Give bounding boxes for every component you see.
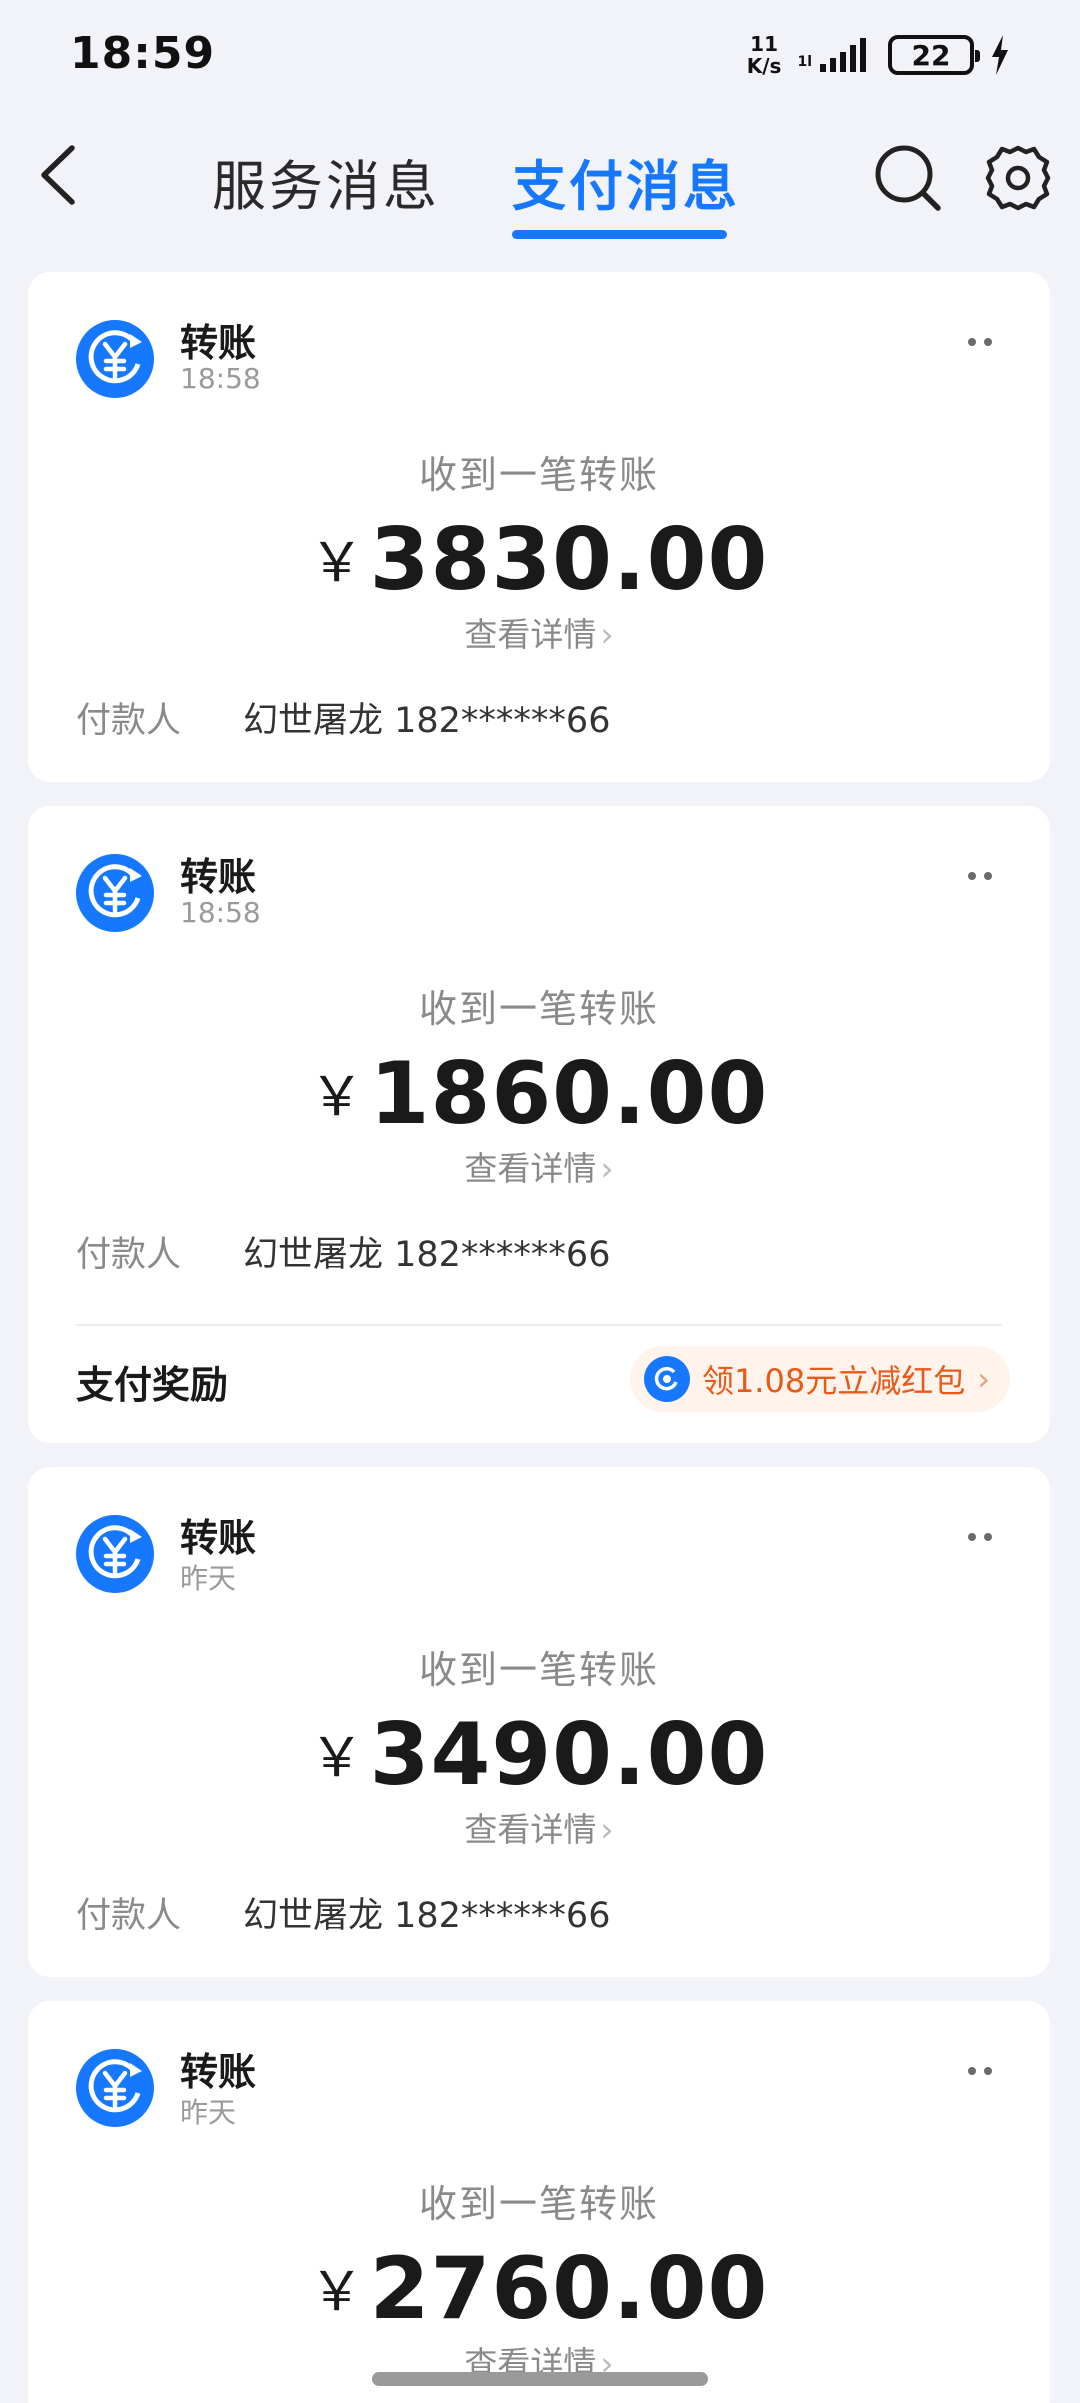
header: 服务消息 支付消息	[0, 110, 1080, 245]
transfer-card[interactable]: 转账 昨天 收到一笔转账 ￥3490.00 查看详情 › 付款人 幻世屠龙 182…	[28, 1467, 1050, 1977]
view-details-link[interactable]: 查看详情 ›	[28, 608, 1050, 656]
currency-symbol: ￥	[309, 531, 364, 594]
network-speed-value: 11	[750, 32, 779, 56]
more-dots-icon[interactable]	[950, 1517, 1010, 1557]
card-divider	[76, 1324, 1002, 1326]
amount-value: 3490.00	[369, 1705, 769, 1805]
signal-small-label: 1l	[797, 54, 812, 70]
chevron-right-icon: ›	[977, 1360, 990, 1398]
card-time: 18:58	[180, 896, 261, 929]
back-button[interactable]	[32, 140, 92, 210]
active-tab-indicator	[512, 230, 727, 239]
card-subtitle: 收到一笔转账	[418, 1648, 659, 1692]
more-dots-icon[interactable]	[950, 2051, 1010, 2091]
currency-symbol: ￥	[309, 1065, 364, 1128]
network-speed: 11 K/s	[747, 33, 782, 77]
card-time: 昨天	[180, 2096, 237, 2129]
more-dots-icon[interactable]	[950, 856, 1010, 896]
charging-bolt-icon	[990, 35, 1010, 75]
settings-button[interactable]	[982, 142, 1054, 214]
home-indicator[interactable]	[372, 2372, 708, 2386]
red-packet-icon	[643, 1356, 690, 1402]
payer-label: 付款人	[76, 701, 182, 741]
payer-value: 幻世屠龙 182******66	[243, 1896, 611, 1936]
transfer-card[interactable]: 转账 昨天 收到一笔转账 ￥2760.00 查看详情 ›	[28, 2001, 1050, 2403]
tab-payment-messages[interactable]: 支付消息	[512, 142, 740, 221]
card-time: 昨天	[180, 1562, 237, 1595]
amount-value: 1860.00	[369, 1044, 769, 1144]
tab-service-messages[interactable]: 服务消息	[212, 142, 440, 221]
more-dots-icon[interactable]	[950, 322, 1010, 362]
transfer-card[interactable]: 转账 18:58 收到一笔转账 ￥1860.00 查看详情 › 付款人 幻世屠龙 …	[28, 806, 1050, 1443]
transfer-card[interactable]: 转账 18:58 收到一笔转账 ￥3830.00 查看详情 › 付款人 幻世屠龙 …	[28, 272, 1050, 782]
signal-icon	[818, 38, 872, 72]
card-subtitle: 收到一笔转账	[418, 987, 659, 1031]
transfer-amount: ￥2760.00	[28, 2239, 1050, 2339]
chevron-right-icon: ›	[600, 615, 614, 654]
yuan-transfer-icon	[76, 320, 154, 398]
view-details-link[interactable]: 查看详情 ›	[28, 1803, 1050, 1851]
yuan-transfer-icon	[76, 1515, 154, 1593]
payer-label: 付款人	[76, 1896, 182, 1936]
currency-symbol: ￥	[309, 1726, 364, 1789]
claim-red-packet-button[interactable]: 领1.08元立减红包 ›	[629, 1346, 1010, 1412]
payer-value: 幻世屠龙 182******66	[243, 701, 611, 741]
back-arrow-icon	[41, 145, 75, 205]
card-title: 转账	[180, 855, 257, 899]
network-speed-unit: K/s	[746, 54, 782, 78]
payer-label: 付款人	[76, 1235, 182, 1275]
chevron-right-icon: ›	[600, 1810, 614, 1849]
payment-messages-screen: 18:59 11 K/s 1l 22 服务消息 支付消息 转账 18:58 收到…	[0, 0, 1080, 2403]
gear-icon	[985, 145, 1051, 211]
status-time: 18:59	[70, 28, 216, 79]
card-title: 转账	[180, 321, 257, 365]
currency-symbol: ￥	[309, 2260, 364, 2323]
view-details-link[interactable]: 查看详情 ›	[28, 1142, 1050, 1190]
view-details-label: 查看详情	[464, 1810, 597, 1849]
chevron-right-icon: ›	[600, 1149, 614, 1188]
transfer-amount: ￥3490.00	[28, 1705, 1050, 1805]
card-title: 转账	[180, 2050, 257, 2094]
search-button[interactable]	[872, 142, 944, 214]
view-details-label: 查看详情	[464, 615, 597, 654]
status-indicators: 11 K/s 1l 22	[747, 30, 1010, 80]
view-details-label: 查看详情	[464, 1149, 597, 1188]
payer-value: 幻世屠龙 182******66	[243, 1235, 611, 1275]
amount-value: 3830.00	[369, 510, 769, 610]
status-bar: 18:59 11 K/s 1l 22	[0, 0, 1080, 110]
amount-value: 2760.00	[369, 2239, 769, 2339]
card-subtitle: 收到一笔转账	[418, 2182, 659, 2226]
transfer-amount: ￥1860.00	[28, 1044, 1050, 1144]
card-time: 18:58	[180, 362, 261, 395]
search-icon	[875, 145, 941, 211]
yuan-transfer-icon	[76, 2049, 154, 2127]
card-subtitle: 收到一笔转账	[418, 453, 659, 497]
red-packet-label: 领1.08元立减红包	[701, 1362, 966, 1400]
yuan-transfer-icon	[76, 854, 154, 932]
transfer-amount: ￥3830.00	[28, 510, 1050, 610]
payment-reward-label: 支付奖励	[76, 1363, 229, 1407]
card-title: 转账	[180, 1516, 257, 1560]
battery-indicator: 22	[888, 35, 980, 75]
